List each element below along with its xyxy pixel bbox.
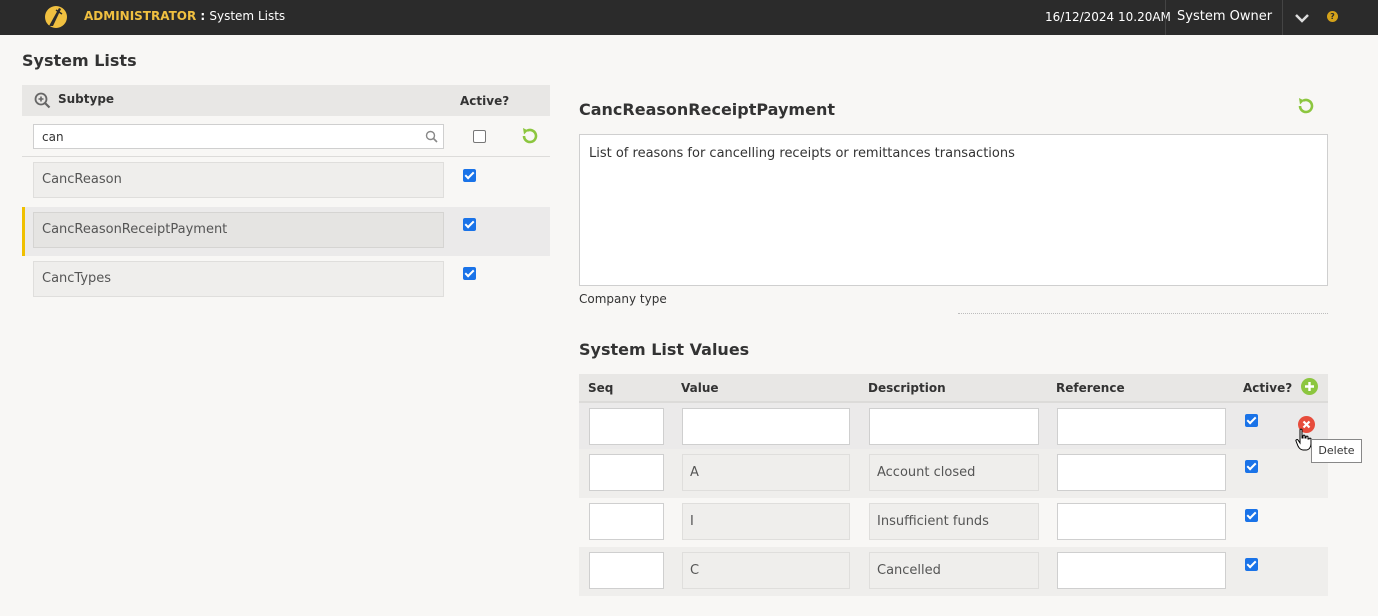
company-type-field[interactable]: [958, 313, 1328, 314]
detail-title: CancReasonReceiptPayment: [579, 100, 835, 119]
reference-input[interactable]: [1057, 552, 1226, 589]
reference-input[interactable]: [1057, 408, 1226, 445]
column-header-active[interactable]: Active?: [460, 94, 509, 108]
seq-input[interactable]: [589, 552, 664, 589]
value-row-new: [579, 401, 1328, 450]
zoom-in-icon[interactable]: [34, 92, 51, 109]
active-checkbox[interactable]: [463, 218, 476, 231]
subtype-search-input[interactable]: [33, 124, 444, 149]
column-header-value[interactable]: Value: [681, 381, 719, 395]
active-checkbox[interactable]: [1245, 509, 1258, 522]
topbar-divider: [1282, 0, 1283, 35]
topbar-divider: [1165, 0, 1166, 35]
value-row: I Insufficient funds: [579, 498, 1328, 547]
subtype-row-selected[interactable]: CancReasonReceiptPayment: [22, 207, 550, 256]
description-input[interactable]: [869, 408, 1039, 445]
active-checkbox[interactable]: [1245, 414, 1258, 427]
subtype-row[interactable]: CancReason: [22, 157, 550, 206]
reference-input[interactable]: [1057, 454, 1226, 491]
active-checkbox[interactable]: [463, 267, 476, 280]
value-cell: I: [682, 503, 850, 540]
description-cell: Cancelled: [869, 552, 1039, 589]
description-cell: Insufficient funds: [869, 503, 1039, 540]
active-filter-checkbox[interactable]: [473, 130, 486, 143]
column-header-seq[interactable]: Seq: [588, 381, 613, 395]
values-grid-header: Seq Value Description Reference Active?: [579, 374, 1328, 401]
value-input[interactable]: [682, 408, 850, 445]
seq-input[interactable]: [589, 503, 664, 540]
delete-tooltip: Delete: [1311, 439, 1362, 463]
value-row: A Account closed: [579, 449, 1328, 498]
column-header-subtype[interactable]: Subtype: [58, 92, 114, 106]
values-section-title: System List Values: [579, 340, 750, 359]
page-label: System Lists: [209, 9, 286, 23]
active-checkbox[interactable]: [463, 169, 476, 182]
role-label: ADMINISTRATOR: [84, 9, 197, 23]
column-header-active[interactable]: Active?: [1243, 381, 1292, 395]
search-icon[interactable]: [425, 130, 438, 143]
column-header-description[interactable]: Description: [868, 381, 946, 395]
user-menu[interactable]: System Owner: [1177, 9, 1272, 24]
subtype-row[interactable]: CancTypes: [22, 256, 550, 305]
value-row: C Cancelled: [579, 547, 1328, 596]
top-bar: ADMINISTRATOR : System Lists 16/12/2024 …: [0, 0, 1378, 35]
column-header-reference[interactable]: Reference: [1056, 381, 1125, 395]
title-separator: :: [196, 9, 210, 23]
subtype-name-cell[interactable]: CancReason: [33, 162, 444, 198]
app-title: ADMINISTRATOR : System Lists: [84, 9, 285, 23]
refresh-icon[interactable]: [1296, 96, 1316, 116]
description-cell: Account closed: [869, 454, 1039, 491]
subtype-grid-header: Subtype Active?: [22, 85, 550, 116]
description-textarea[interactable]: List of reasons for cancelling receipts …: [579, 134, 1328, 286]
page-title: System Lists: [22, 51, 137, 70]
seq-input[interactable]: [589, 408, 664, 445]
add-icon[interactable]: [1301, 378, 1318, 395]
refresh-icon[interactable]: [520, 126, 540, 146]
datetime-label: 16/12/2024 10.20AM: [1045, 10, 1171, 24]
chevron-down-icon[interactable]: [1294, 11, 1310, 25]
subtype-name-cell[interactable]: CancTypes: [33, 261, 444, 297]
help-icon[interactable]: ?: [1327, 11, 1338, 22]
value-cell: A: [682, 454, 850, 491]
subtype-filter-row: [22, 116, 550, 157]
company-type-label: Company type: [579, 292, 667, 306]
active-checkbox[interactable]: [1245, 558, 1258, 571]
active-checkbox[interactable]: [1245, 460, 1258, 473]
seq-input[interactable]: [589, 454, 664, 491]
app-logo-icon[interactable]: [44, 4, 68, 30]
subtype-name-cell[interactable]: CancReasonReceiptPayment: [33, 212, 444, 248]
reference-input[interactable]: [1057, 503, 1226, 540]
value-cell: C: [682, 552, 850, 589]
